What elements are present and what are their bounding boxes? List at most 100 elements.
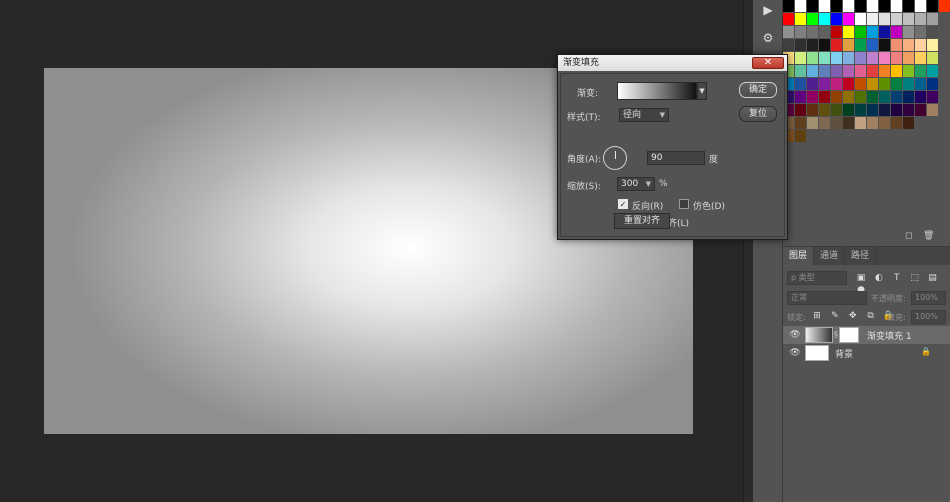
color-swatch[interactable] <box>819 52 830 64</box>
color-swatch[interactable] <box>879 78 890 90</box>
color-swatch[interactable] <box>831 78 842 90</box>
tab-paths[interactable]: 路径 <box>845 247 877 265</box>
color-swatch[interactable] <box>891 91 902 103</box>
lock-artboard-icon[interactable]: ⧉ <box>865 310 877 322</box>
color-swatch[interactable] <box>831 117 842 129</box>
angle-dial[interactable] <box>603 146 627 170</box>
color-swatch[interactable] <box>855 65 866 77</box>
style-select[interactable]: 径向 ▼ <box>619 108 669 122</box>
color-swatch[interactable] <box>915 52 926 64</box>
color-swatch[interactable] <box>903 104 914 116</box>
blend-mode-select[interactable]: 正常 <box>787 291 867 305</box>
image-filter-icon[interactable]: ▣ <box>855 272 867 284</box>
color-swatch[interactable] <box>915 104 926 116</box>
color-swatch[interactable] <box>783 26 794 38</box>
color-swatch[interactable] <box>831 39 842 51</box>
color-swatch[interactable] <box>831 0 842 12</box>
color-swatch[interactable] <box>903 13 914 25</box>
tab-channels[interactable]: 通道 <box>814 247 846 265</box>
delete-swatch-icon[interactable]: 🗑 <box>923 231 934 241</box>
color-swatch[interactable] <box>819 26 830 38</box>
color-swatch[interactable] <box>891 117 902 129</box>
color-swatch[interactable] <box>915 39 926 51</box>
color-swatch[interactable] <box>879 104 890 116</box>
tab-layers[interactable]: 图层 <box>783 247 815 265</box>
visibility-eye-icon[interactable]: 👁 <box>789 347 801 359</box>
color-swatch[interactable] <box>855 78 866 90</box>
color-swatch[interactable] <box>867 104 878 116</box>
color-swatch[interactable] <box>879 26 890 38</box>
color-swatch[interactable] <box>879 91 890 103</box>
color-swatch[interactable] <box>843 0 854 12</box>
color-swatch[interactable] <box>831 91 842 103</box>
color-swatch[interactable] <box>807 26 818 38</box>
layer-row-gradient-fill[interactable]: 👁 § 渐变填充 1 <box>783 326 950 344</box>
color-swatch[interactable] <box>891 104 902 116</box>
color-swatch[interactable] <box>795 78 806 90</box>
ok-button[interactable]: 确定 <box>739 82 777 98</box>
color-swatch[interactable] <box>867 52 878 64</box>
color-swatch[interactable] <box>807 78 818 90</box>
gradient-preview[interactable] <box>617 82 697 100</box>
reverse-checkbox[interactable]: ✓ <box>618 199 628 209</box>
color-swatch[interactable] <box>879 39 890 51</box>
color-swatch[interactable] <box>879 0 890 12</box>
chevron-down-icon[interactable]: ▼ <box>697 82 707 100</box>
color-swatch[interactable] <box>879 117 890 129</box>
close-icon[interactable]: ✕ <box>752 57 784 69</box>
color-swatch[interactable] <box>807 13 818 25</box>
color-swatch[interactable] <box>831 52 842 64</box>
color-swatch[interactable] <box>879 13 890 25</box>
color-swatch[interactable] <box>927 0 938 12</box>
color-swatch[interactable] <box>795 65 806 77</box>
color-swatch[interactable] <box>915 13 926 25</box>
type-filter-icon[interactable]: T <box>891 272 903 284</box>
color-swatch[interactable] <box>927 26 938 38</box>
color-swatch[interactable] <box>927 52 938 64</box>
color-swatch[interactable] <box>867 39 878 51</box>
color-swatch[interactable] <box>819 117 830 129</box>
opacity-input[interactable]: 100% <box>911 291 946 305</box>
layer-row-background[interactable]: 👁 背景 🔒 <box>783 344 950 362</box>
color-swatch[interactable] <box>891 78 902 90</box>
lock-position-icon[interactable]: ✥ <box>847 310 859 322</box>
scale-select[interactable]: 300 ▼ <box>617 177 655 191</box>
color-swatch[interactable] <box>855 26 866 38</box>
color-swatch[interactable] <box>855 104 866 116</box>
dialog-titlebar[interactable]: 渐变填充 ✕ <box>558 55 787 71</box>
color-swatch[interactable] <box>843 117 854 129</box>
color-swatch[interactable] <box>891 26 902 38</box>
color-swatch[interactable] <box>807 0 818 12</box>
visibility-eye-icon[interactable]: 👁 <box>789 329 801 341</box>
color-swatch[interactable] <box>795 117 806 129</box>
angle-input[interactable]: 90 <box>647 151 705 165</box>
color-swatch[interactable] <box>843 39 854 51</box>
color-swatch[interactable] <box>807 52 818 64</box>
color-swatch[interactable] <box>843 52 854 64</box>
color-swatch[interactable] <box>843 65 854 77</box>
color-swatch[interactable] <box>903 78 914 90</box>
color-swatch[interactable] <box>855 52 866 64</box>
color-swatch[interactable] <box>783 39 794 51</box>
color-swatch[interactable] <box>807 39 818 51</box>
color-swatch[interactable] <box>831 65 842 77</box>
color-swatch[interactable] <box>819 13 830 25</box>
color-swatch[interactable] <box>819 65 830 77</box>
color-swatch[interactable] <box>903 117 914 129</box>
color-swatch[interactable] <box>795 0 806 12</box>
color-swatch[interactable] <box>783 0 794 12</box>
color-swatch[interactable] <box>807 65 818 77</box>
lock-transparent-icon[interactable]: ⊞ <box>811 310 823 322</box>
color-swatch[interactable] <box>891 52 902 64</box>
color-swatch[interactable] <box>927 13 938 25</box>
color-swatch[interactable] <box>915 65 926 77</box>
reset-alignment-button[interactable]: 重置对齐 <box>614 213 670 229</box>
color-swatch[interactable] <box>891 13 902 25</box>
color-swatch[interactable] <box>867 78 878 90</box>
color-swatch[interactable] <box>795 104 806 116</box>
color-swatch[interactable] <box>783 13 794 25</box>
color-swatch[interactable] <box>843 104 854 116</box>
color-swatch[interactable] <box>915 91 926 103</box>
shape-filter-icon[interactable]: ⬚ <box>909 272 921 284</box>
color-swatch[interactable] <box>795 26 806 38</box>
